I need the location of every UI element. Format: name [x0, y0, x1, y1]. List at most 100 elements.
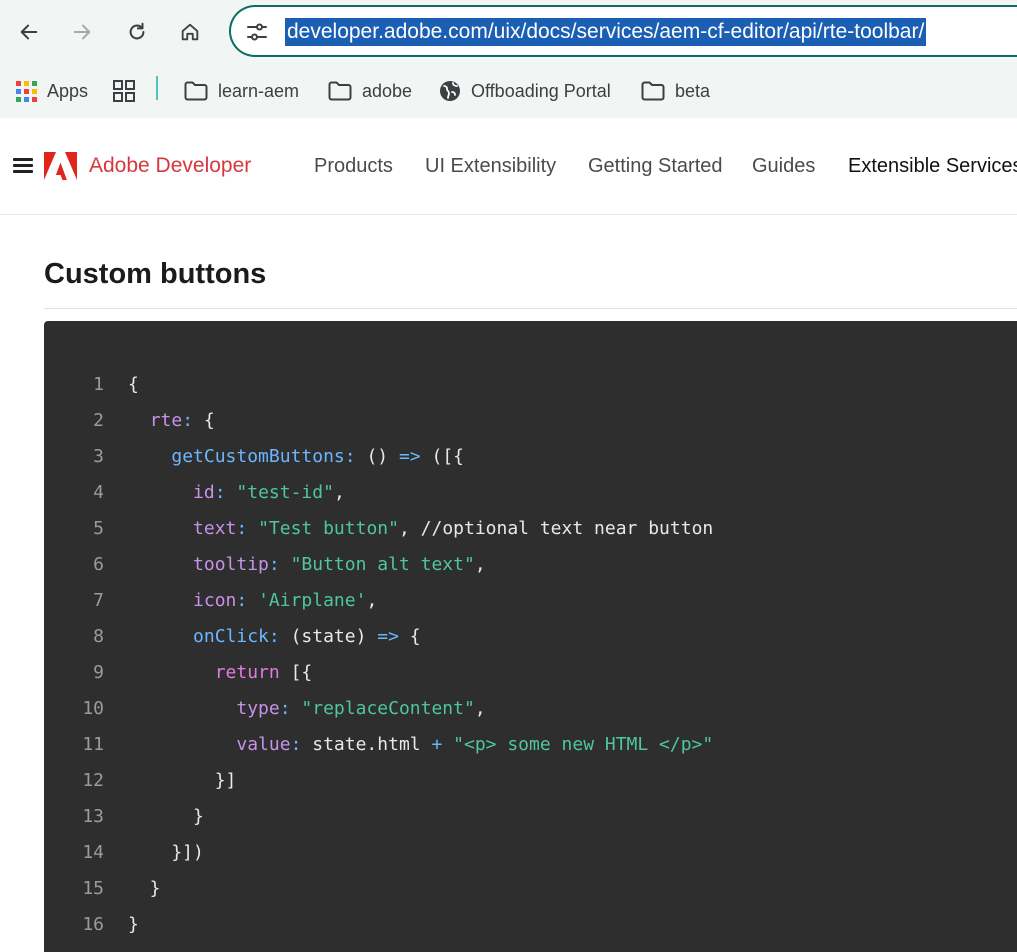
folder-icon [641, 81, 665, 101]
adobe-logo-icon[interactable] [44, 152, 77, 180]
code-token: "<p> some new HTML </p>" [442, 734, 714, 755]
bookmarks-separator [156, 76, 158, 100]
code-token: : [236, 518, 259, 539]
code-text: type: "replaceContent", [128, 691, 486, 727]
site-settings-icon[interactable] [245, 20, 269, 44]
code-text: value: state.html + "<p> some new HTML <… [128, 727, 713, 763]
home-button[interactable] [172, 14, 208, 50]
line-number: 8 [93, 626, 104, 647]
brand-name[interactable]: Adobe Developer [89, 154, 251, 178]
bookmark-label: adobe [362, 80, 413, 101]
tab-groups-icon [113, 80, 135, 102]
line-number: 4 [93, 482, 104, 503]
code-token: , [366, 590, 378, 611]
forward-button[interactable] [64, 14, 100, 50]
code-token: getCustomButtons [171, 446, 345, 467]
address-bar[interactable]: developer.adobe.com/uix/docs/services/ae… [229, 5, 1017, 57]
code-token: }]) [128, 842, 204, 863]
code-token: : [344, 446, 367, 467]
code-text: tooltip: "Button alt text", [128, 547, 486, 583]
reload-button[interactable] [119, 14, 155, 50]
site-header: Adobe Developer Products UI Extensibilit… [0, 118, 1017, 215]
code-token: icon [193, 590, 237, 611]
code-token: id [193, 482, 215, 503]
nav-getting-started[interactable]: Getting Started [588, 155, 723, 178]
bookmark-adobe[interactable]: adobe [328, 76, 412, 106]
nav-products[interactable]: Products [314, 155, 393, 178]
code-token: text [193, 518, 237, 539]
line-number: 5 [93, 518, 104, 539]
code-text: return [{ [128, 655, 313, 691]
code-token: state.html [312, 734, 432, 755]
code-token: [{ [279, 662, 313, 683]
bookmark-label: learn-aem [218, 80, 300, 101]
code-token: : [268, 554, 291, 575]
bookmark-learn-aem[interactable]: learn-aem [184, 76, 299, 106]
arrow-right-icon [73, 24, 91, 40]
code-token: 'Airplane' [258, 590, 367, 611]
bookmark-beta[interactable]: beta [641, 76, 710, 106]
code-text: getCustomButtons: () => ([{ [128, 439, 464, 475]
line-number: 13 [82, 806, 104, 827]
home-icon [181, 23, 199, 41]
code-text: } [128, 907, 139, 943]
line-number: 9 [93, 662, 104, 683]
back-button[interactable] [11, 14, 47, 50]
bookmark-apps[interactable]: Apps [16, 76, 88, 106]
code-token: => [377, 626, 399, 647]
code-token: tooltip [193, 554, 269, 575]
code-token: } [128, 806, 204, 827]
line-number: 12 [82, 770, 104, 791]
browser-toolbar: developer.adobe.com/uix/docs/services/ae… [0, 0, 1017, 66]
line-number: 14 [82, 842, 104, 863]
nav-extensible-services[interactable]: Extensible Services [848, 155, 1017, 178]
bookmark-offboading-portal[interactable]: Offboading Portal [439, 76, 611, 106]
url-text[interactable]: developer.adobe.com/uix/docs/services/ae… [285, 18, 927, 46]
code-token: "Button alt text" [290, 554, 475, 575]
code-token: : [236, 590, 259, 611]
code-block: 1{2 rte: {3 getCustomButtons: () => ([{4… [44, 321, 1017, 952]
code-text: } [128, 871, 161, 907]
code-token: : [182, 410, 204, 431]
code-token: , [474, 698, 486, 719]
line-number: 11 [82, 734, 104, 755]
nav-guides[interactable]: Guides [752, 155, 815, 178]
code-token: { [203, 410, 215, 431]
code-token: : [268, 626, 291, 647]
reload-icon [129, 22, 145, 40]
code-token: onClick [193, 626, 269, 647]
line-number: 10 [82, 698, 104, 719]
globe-icon [440, 81, 460, 101]
line-number: 1 [93, 374, 104, 395]
code-token: (state) [290, 626, 378, 647]
bookmark-label: Apps [47, 80, 89, 101]
arrow-left-icon [20, 24, 38, 40]
code-text: icon: 'Airplane', [128, 583, 377, 619]
tab-groups-button[interactable] [113, 76, 145, 106]
code-token: + [431, 734, 443, 755]
nav-ui-extensibility[interactable]: UI Extensibility [425, 155, 556, 178]
code-token: : [279, 698, 302, 719]
code-token: { [398, 626, 421, 647]
code-text: rte: { [128, 403, 215, 439]
code-text: onClick: (state) => { [128, 619, 421, 655]
line-number: 16 [82, 914, 104, 935]
code-token: } [128, 878, 161, 899]
menu-icon[interactable] [13, 158, 33, 174]
line-number: 6 [93, 554, 104, 575]
section-heading: Custom buttons [44, 258, 267, 290]
code-token: : [214, 482, 237, 503]
code-text: { [128, 367, 139, 403]
apps-grid-icon [16, 80, 37, 102]
code-token: } [128, 914, 139, 935]
code-token: : [290, 734, 313, 755]
line-number: 2 [93, 410, 104, 431]
code-text: }]) [128, 835, 204, 871]
